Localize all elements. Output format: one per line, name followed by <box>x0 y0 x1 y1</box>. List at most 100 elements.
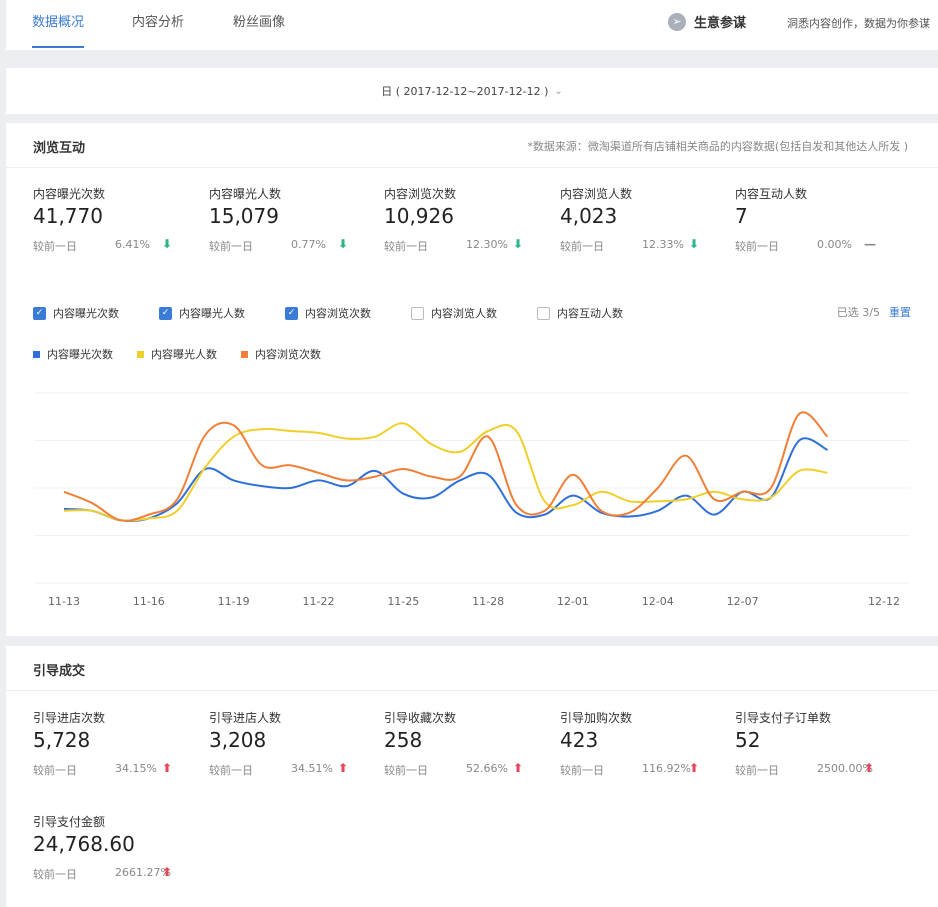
arrow-down-icon: ⬇ <box>162 237 173 251</box>
filter-checkbox-interaction-users[interactable]: 内容互动人数 <box>537 305 623 321</box>
change-percent: 6.41% <box>115 238 150 251</box>
metric-label: 内容浏览次数 <box>384 187 457 201</box>
brand-slogan: 洞悉内容创作，数据为你参谋 <box>787 17 930 30</box>
series-line-exposure-users[interactable] <box>63 422 828 522</box>
metric-label: 引导支付子订单数 <box>735 711 832 725</box>
metric-card: 内容浏览人数 4,023 较前一日 12.33% ⬇ <box>560 185 720 254</box>
metric-card: 内容互动人数 7 较前一日 0.00% — <box>735 185 895 254</box>
metric-card: 内容曝光人数 15,079 较前一日 0.77% ⬇ <box>209 185 369 254</box>
filter-checkbox-view-users[interactable]: 内容浏览人数 <box>411 305 497 321</box>
compare-label: 较前一日 <box>33 868 77 881</box>
x-tick-label: 11-16 <box>133 595 165 608</box>
x-tick-label: 11-25 <box>387 595 419 608</box>
metric-value: 10,926 <box>384 204 454 228</box>
filter-label: 内容曝光人数 <box>179 307 245 320</box>
section-title: 引导成交 <box>33 664 86 679</box>
filter-checkbox-view-count[interactable]: ✓ 内容浏览次数 <box>285 305 371 321</box>
x-tick-label: 12-07 <box>727 595 759 608</box>
filter-label: 内容浏览次数 <box>305 307 371 320</box>
arrow-up-icon: ⬆ <box>162 865 173 879</box>
metric-compare: 较前一日 12.33% ⬇ <box>560 237 720 254</box>
metric-value: 258 <box>384 728 423 752</box>
metric-compare: 较前一日 0.77% ⬇ <box>209 237 369 254</box>
arrow-up-icon: ⬆ <box>338 761 349 775</box>
legend-item-exposure-count[interactable]: 内容曝光次数 <box>33 346 113 362</box>
metric-value: 4,023 <box>560 204 618 228</box>
change-percent: 34.51% <box>291 762 333 775</box>
checkbox-icon <box>537 306 550 320</box>
metric-compare: 较前一日 2500.00% ⬆ <box>735 761 895 778</box>
filter-label: 内容浏览人数 <box>431 307 497 320</box>
change-percent: 12.30% <box>466 238 508 251</box>
metric-card: 内容浏览次数 10,926 较前一日 12.30% ⬇ <box>384 185 544 254</box>
brand-name: 生意参谋 <box>694 16 747 31</box>
metric-compare: 较前一日 34.51% ⬆ <box>209 761 369 778</box>
filter-checkbox-exposure-count[interactable]: ✓ 内容曝光次数 <box>33 305 119 321</box>
metric-label: 引导加购次数 <box>560 711 633 725</box>
arrow-up-icon: ⬆ <box>864 761 875 775</box>
filter-label: 内容曝光次数 <box>53 307 119 320</box>
x-tick-label: 11-28 <box>472 595 504 608</box>
tab-fans-profile[interactable]: 粉丝画像 <box>233 0 285 50</box>
compare-label: 较前一日 <box>735 240 779 253</box>
reset-link[interactable]: 重置 <box>889 304 911 320</box>
compare-label: 较前一日 <box>33 240 77 253</box>
arrow-down-icon: ⬇ <box>338 237 349 251</box>
legend-label: 内容曝光人数 <box>151 348 217 361</box>
filter-label: 内容互动人数 <box>557 307 623 320</box>
metric-value: 3,208 <box>209 728 267 752</box>
metric-value: 24,768.60 <box>33 832 135 856</box>
section-title: 浏览互动 <box>33 141 86 156</box>
metric-card: 引导进店次数 5,728 较前一日 34.15% ⬆ <box>33 709 193 778</box>
metric-label: 内容曝光人数 <box>209 187 282 201</box>
metric-value: 423 <box>560 728 599 752</box>
legend-label: 内容浏览次数 <box>255 348 321 361</box>
metric-card: 引导支付子订单数 52 较前一日 2500.00% ⬆ <box>735 709 895 778</box>
trend-line-chart[interactable]: 11-13 11-16 11-19 11-22 11-25 11-28 12-01 12-04… <box>6 378 938 628</box>
change-percent: 0.77% <box>291 238 326 251</box>
metric-label: 内容曝光次数 <box>33 187 106 201</box>
change-percent: 52.66% <box>466 762 508 775</box>
filter-checkbox-exposure-users[interactable]: ✓ 内容曝光人数 <box>159 305 245 321</box>
metric-value: 41,770 <box>33 204 103 228</box>
metric-card: 引导收藏次数 258 较前一日 52.66% ⬆ <box>384 709 544 778</box>
metric-compare: 较前一日 52.66% ⬆ <box>384 761 544 778</box>
metric-card: 引导进店人数 3,208 较前一日 34.51% ⬆ <box>209 709 369 778</box>
legend-item-exposure-users[interactable]: 内容曝光人数 <box>137 346 217 362</box>
compare-label: 较前一日 <box>209 240 253 253</box>
dash-icon: — <box>864 237 876 251</box>
compare-label: 较前一日 <box>209 764 253 777</box>
date-selector[interactable]: 日 ( 2017-12-12~2017-12-12 ) ⌄ <box>6 68 938 114</box>
metric-label: 引导支付金额 <box>33 815 106 829</box>
legend-swatch <box>241 350 248 358</box>
metric-compare: 较前一日 2661.27% ⬆ <box>33 865 193 882</box>
compare-label: 较前一日 <box>384 764 428 777</box>
legend-swatch <box>137 350 144 358</box>
tab-content-analysis[interactable]: 内容分析 <box>132 0 184 50</box>
brand[interactable]: ➢ 生意参谋 <box>668 12 746 31</box>
metric-card: 引导支付金额 24,768.60 较前一日 2661.27% ⬆ <box>33 813 193 882</box>
compass-icon: ➢ <box>668 12 686 31</box>
data-source-note: *数据来源：微淘渠道所有店铺相关商品的内容数据(包括自发和其他达人所发 ) <box>527 140 908 153</box>
metric-compare: 较前一日 116.92% ⬆ <box>560 761 720 778</box>
metric-value: 15,079 <box>209 204 279 228</box>
tab-data-overview[interactable]: 数据概况 <box>32 0 85 50</box>
compare-label: 较前一日 <box>33 764 77 777</box>
metric-compare: 较前一日 12.30% ⬇ <box>384 237 544 254</box>
x-tick-label: 12-04 <box>642 595 674 608</box>
metric-compare: 较前一日 0.00% — <box>735 237 895 254</box>
checkbox-icon: ✓ <box>285 306 298 320</box>
metric-label: 内容互动人数 <box>735 187 808 201</box>
change-percent: 0.00% <box>817 238 852 251</box>
metric-value: 7 <box>735 204 748 228</box>
date-range-label: 日 ( 2017-12-12~2017-12-12 ) <box>381 85 549 98</box>
compare-label: 较前一日 <box>560 240 604 253</box>
x-tick-label: 11-19 <box>218 595 250 608</box>
legend-label: 内容曝光次数 <box>47 348 113 361</box>
metric-card: 内容曝光次数 41,770 较前一日 6.41% ⬇ <box>33 185 193 254</box>
compare-label: 较前一日 <box>384 240 428 253</box>
metric-card: 引导加购次数 423 较前一日 116.92% ⬆ <box>560 709 720 778</box>
checkbox-icon: ✓ <box>159 306 172 320</box>
legend-item-view-count[interactable]: 内容浏览次数 <box>241 346 321 362</box>
legend-swatch <box>33 350 40 358</box>
